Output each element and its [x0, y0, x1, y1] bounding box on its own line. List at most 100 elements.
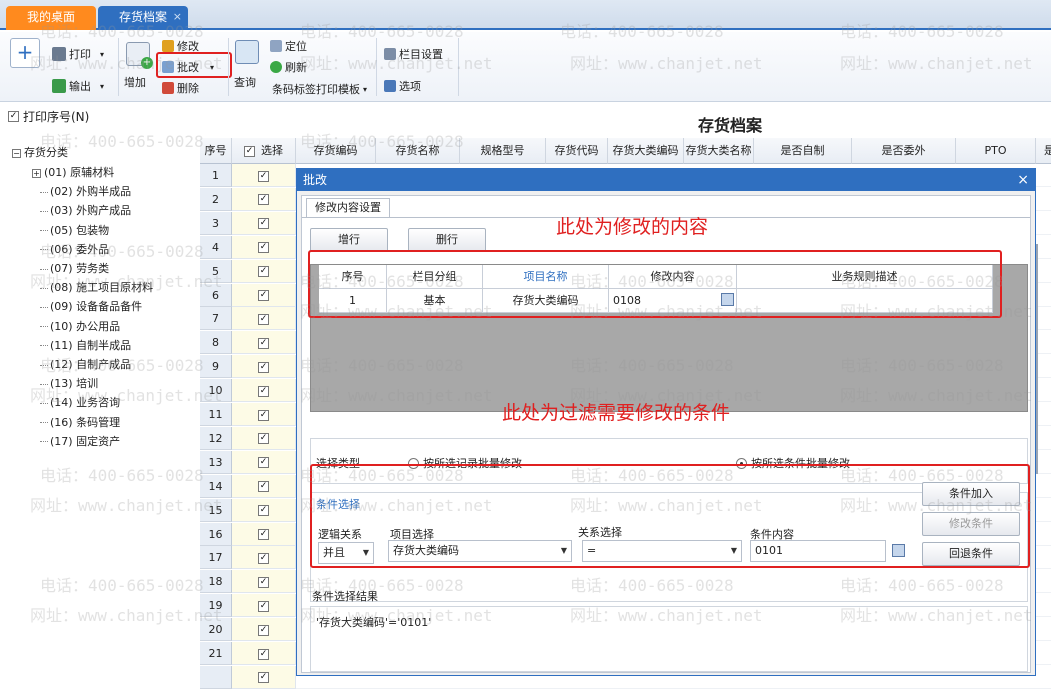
checkbox[interactable]: ✓ [258, 624, 269, 636]
checkbox[interactable]: ✓ [258, 290, 269, 301]
tree-item[interactable]: (09) 设备备品备件 [40, 298, 142, 314]
tree-item[interactable]: (03) 外购产成品 [40, 202, 131, 218]
column-header[interactable]: 是否自制 [754, 138, 852, 164]
refresh-label: 刷新 [285, 61, 307, 74]
delete-row-button[interactable]: 删行 [408, 228, 486, 252]
tree-item[interactable]: (08) 施工项目原材料 [40, 279, 153, 295]
query-label: 查询 [234, 76, 256, 89]
column-header[interactable]: ✓ 选择 [232, 138, 296, 164]
checkbox[interactable]: ✓ [258, 313, 269, 325]
checkbox[interactable]: ✓ [258, 600, 269, 612]
add-row-button[interactable]: 增行 [310, 228, 388, 252]
tree-item[interactable]: (12) 自制产成品 [40, 356, 131, 372]
row-select-cell[interactable]: ✓ [232, 283, 296, 307]
close-icon[interactable]: × [173, 6, 182, 28]
row-select-cell[interactable]: ✓ [232, 474, 296, 498]
tab-inventory-archive[interactable]: 存货档案 × [98, 6, 188, 30]
tree-item[interactable]: (05) 包装物 [40, 222, 109, 238]
checkbox[interactable]: ✓ [258, 648, 269, 660]
checkbox[interactable]: ✓ [258, 194, 269, 206]
column-header[interactable]: 是否 [1036, 138, 1051, 164]
column-header-label: 存货编码 [313, 144, 358, 157]
query-button[interactable]: 查询 [232, 40, 262, 92]
checkbox[interactable]: ✓ [8, 111, 19, 122]
tree-item[interactable]: (13) 培训 [40, 375, 98, 391]
column-header[interactable]: 是否委外 [852, 138, 956, 164]
tab-my-desktop[interactable]: 我的桌面 [6, 6, 96, 30]
column-header[interactable]: 存货编码 [296, 138, 376, 164]
column-header[interactable]: 存货名称 [376, 138, 460, 164]
tab-modify-content-settings[interactable]: 修改内容设置 [306, 198, 390, 218]
column-header[interactable]: 规格型号 [460, 138, 546, 164]
row-select-cell[interactable]: ✓ [232, 665, 296, 689]
row-select-cell[interactable]: ✓ [232, 331, 296, 355]
checkbox[interactable]: ✓ [258, 266, 269, 278]
row-select-cell[interactable]: ✓ [232, 498, 296, 522]
row-select-cell[interactable]: ✓ [232, 570, 296, 594]
checkbox[interactable]: ✓ [244, 145, 255, 157]
row-select-cell[interactable]: ✓ [232, 546, 296, 570]
tree-item[interactable]: (16) 条码管理 [40, 414, 120, 430]
tree-root[interactable]: − 存货分类 [12, 144, 68, 160]
collapse-icon[interactable]: − [12, 149, 21, 158]
add-tab-button[interactable]: + [10, 38, 40, 68]
expand-icon[interactable]: + [32, 169, 41, 178]
print-button[interactable]: 打印 ▾ [52, 46, 104, 62]
checkbox[interactable]: ✓ [258, 433, 269, 445]
checkbox[interactable]: ✓ [258, 385, 269, 397]
checkbox[interactable]: ✓ [258, 361, 269, 373]
print-sequence-option[interactable]: ✓ 打印序号(N) [8, 108, 89, 125]
column-header[interactable]: 序号 [200, 138, 232, 164]
tree-item[interactable]: (17) 固定资产 [40, 433, 120, 449]
row-select-cell[interactable]: ✓ [232, 187, 296, 211]
tree-item[interactable]: (11) 自制半成品 [40, 337, 131, 353]
row-select-cell[interactable]: ✓ [232, 355, 296, 379]
row-select-cell[interactable]: ✓ [232, 164, 296, 187]
row-select-cell[interactable]: ✓ [232, 450, 296, 474]
column-header[interactable]: 存货大类编码 [608, 138, 684, 164]
annotation-modify-content: 此处为修改的内容 [556, 216, 709, 238]
export-button[interactable]: 输出 ▾ [52, 78, 104, 94]
checkbox[interactable]: ✓ [258, 529, 269, 540]
tree-item[interactable]: (14) 业务咨询 [40, 394, 120, 410]
row-select-cell[interactable]: ✓ [232, 618, 296, 642]
tree-item[interactable]: + (01) 原辅材料 [32, 164, 114, 180]
tree-item[interactable]: (07) 劳务类 [40, 260, 109, 276]
close-icon[interactable]: × [1017, 169, 1029, 191]
checkbox[interactable]: ✓ [258, 552, 269, 564]
options-button[interactable]: 选项 [384, 78, 421, 94]
row-select-cell[interactable]: ✓ [232, 594, 296, 618]
checkbox[interactable]: ✓ [258, 457, 269, 469]
delete-button[interactable]: 删除 [162, 80, 199, 96]
checkbox[interactable]: ✓ [258, 672, 269, 684]
checkbox[interactable]: ✓ [258, 170, 269, 182]
tree-item[interactable]: (10) 办公用品 [40, 318, 120, 334]
scrollbar[interactable] [1036, 244, 1038, 474]
row-select-cell[interactable]: ✓ [232, 307, 296, 331]
refresh-button[interactable]: 刷新 [270, 59, 307, 75]
checkbox[interactable]: ✓ [258, 409, 269, 421]
column-header[interactable]: PTO [956, 138, 1036, 164]
row-select-cell[interactable]: ✓ [232, 642, 296, 665]
row-select-cell[interactable]: ✓ [232, 403, 296, 426]
checkbox[interactable]: ✓ [258, 337, 269, 349]
row-select-cell[interactable]: ✓ [232, 379, 296, 403]
checkbox[interactable]: ✓ [258, 505, 269, 517]
locate-button[interactable]: 定位 [270, 38, 307, 54]
checkbox[interactable]: ✓ [258, 218, 269, 230]
checkbox[interactable]: ✓ [258, 242, 269, 254]
checkbox[interactable]: ✓ [258, 481, 269, 493]
tree-item[interactable]: (06) 委外品 [40, 241, 109, 257]
row-select-cell[interactable]: ✓ [232, 211, 296, 235]
checkbox[interactable]: ✓ [258, 576, 269, 588]
row-select-cell[interactable]: ✓ [232, 426, 296, 450]
barcode-print-template-button[interactable]: 条码标签打印模板 ▾ [272, 81, 367, 97]
column-header[interactable]: 存货大类名称 [684, 138, 754, 164]
row-select-cell[interactable]: ✓ [232, 522, 296, 546]
tree-item[interactable]: (02) 外购半成品 [40, 183, 131, 199]
row-select-cell[interactable]: ✓ [232, 259, 296, 283]
row-select-cell[interactable]: ✓ [232, 235, 296, 259]
column-settings-button[interactable]: 栏目设置 [384, 46, 443, 62]
column-header[interactable]: 存货代码 [546, 138, 608, 164]
add-button[interactable]: + 增加 [122, 42, 153, 92]
